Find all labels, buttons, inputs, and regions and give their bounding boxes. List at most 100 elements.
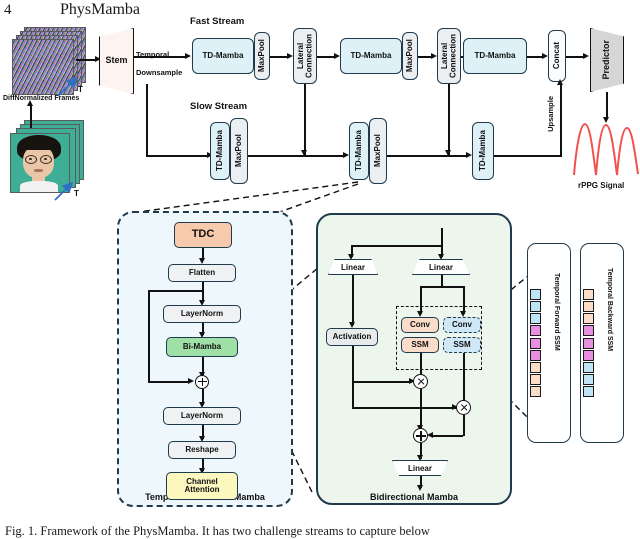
forward-token-4 [530,325,541,337]
flatten-label: Flatten [188,267,216,277]
bim-input-trunk [441,228,443,246]
arrowhead-residual-add [188,378,194,384]
backward-token-9 [583,386,594,398]
line-stem-down-slow [146,84,148,156]
fast-stream-label: Fast Stream [190,16,245,27]
tdc-node[interactable]: TDC [174,222,232,248]
backward-token-list [579,288,625,398]
line-lc2-down-slow [448,84,450,155]
backward-token-8 [583,374,594,386]
bim-split-line [351,245,443,247]
backward-token-7 [583,361,594,373]
multiply-operator-1 [413,374,428,389]
channel-attention-label-2: Attention [184,485,220,494]
slow-td-mamba-2-label: TD-Mamba [353,130,363,172]
temporal-downsample-label-2: Downsample [136,68,183,77]
fast-td-mamba-1[interactable]: TD-Mamba [192,38,254,74]
layernorm-node-1[interactable]: LayerNorm [163,305,241,323]
concat-block[interactable]: Concat [548,30,566,82]
diffnormalized-frames-label: DiffNormalized Frames [3,95,80,102]
arrowhead-mul2-plus [427,431,433,438]
linear-left-label: Linear [340,262,365,272]
line-fast-mp2-lc2 [418,56,432,58]
bi-mamba-node[interactable]: Bi-Mamba [166,337,238,357]
rppg-signal-label: rPPG Signal [578,181,625,190]
upsample-label: Upsample [546,96,555,132]
backward-token-4 [583,325,594,337]
lateral-connection-2[interactable]: Lateral Connection [437,28,461,84]
forward-token-6 [530,349,541,361]
residual-skip-vertical [148,290,150,382]
slow-maxpool-1-label: MaxPool [233,134,243,168]
line-predictor-to-signal [606,92,608,118]
forward-token-5 [530,337,541,349]
fast-maxpool-1[interactable]: MaxPool [254,32,270,80]
fast-maxpool-2-label: MaxPool [404,39,414,73]
fast-td-mamba-3[interactable]: TD-Mamba [463,38,527,74]
backward-token-2 [583,300,594,312]
linear-output-node[interactable]: Linear [392,460,448,476]
residual-skip-top [148,290,202,292]
page-number: 4 [4,2,12,18]
line-bwd-to-mul2 [463,353,465,404]
figure-page: 4 PhysMamba DiffNormalized Frames T T St… [0,0,640,538]
conv-backward-node[interactable]: Conv [443,317,481,333]
line-stem-to-fast [134,56,186,58]
linear-right-label: Linear [428,262,453,272]
arrowhead-predictor-to-signal [602,117,609,123]
backward-token-1 [583,288,594,300]
forward-token-list [526,288,572,398]
arrowhead-upsample-to-concat [556,79,563,85]
arrow-face-to-frames [30,104,32,128]
temporal-downsample-label-1: Temporal [136,50,170,59]
lateral-connection-1[interactable]: Lateral Connection [293,28,317,84]
ssm-forward-label: SSM [411,339,429,349]
layernorm-1-label: LayerNorm [180,308,224,318]
arrowhead-lc2-down-slow [444,150,451,156]
ssm-backward-label: SSM [453,339,471,349]
temporal-difference-mamba-panel [117,211,293,507]
figure-caption: Fig. 1. Framework of the PhysMamba. It h… [5,524,430,538]
linear-left-node[interactable]: Linear [328,259,378,275]
linear-right-node[interactable]: Linear [412,259,470,275]
line-linear-activation [352,275,354,325]
residual-add-operator [195,374,209,389]
line-slow-out-upsample [494,155,562,157]
slow-td-mamba-1-label: TD-Mamba [214,130,224,172]
line-lc1-down-slow [304,84,306,155]
flatten-node[interactable]: Flatten [168,264,236,282]
conv-forward-node[interactable]: Conv [401,317,439,333]
merge-bar [352,407,464,410]
slow-maxpool-1[interactable]: MaxPool [230,118,248,184]
slow-maxpool-2[interactable]: MaxPool [369,118,387,184]
layernorm-node-2[interactable]: LayerNorm [163,407,241,425]
reshape-node[interactable]: Reshape [168,441,236,459]
ssm-backward-node[interactable]: SSM [443,337,481,353]
backward-token-6 [583,349,594,361]
channel-attention-node[interactable]: Channel Attention [166,472,238,500]
fast-td-mamba-2[interactable]: TD-Mamba [340,38,402,74]
slow-td-mamba-1[interactable]: TD-Mamba [210,122,230,180]
activation-node[interactable]: Activation [326,328,378,346]
bi-mamba-label: Bi-Mamba [182,341,222,351]
slow-td-mamba-3[interactable]: TD-Mamba [472,122,494,180]
line-slow-mp1-tdm2 [248,155,344,157]
conv-backward-label: Conv [452,319,472,329]
line-fast-mp1-lc1 [270,56,288,58]
slow-td-mamba-2[interactable]: TD-Mamba [349,122,369,180]
stem-block[interactable]: Stem [99,28,134,94]
predictor-block[interactable]: Predictor [590,28,624,92]
t-label-top: T [78,85,83,94]
fast-maxpool-2[interactable]: MaxPool [402,32,418,80]
arrowhead-lc1-down-slow [300,150,307,156]
forward-token-8 [530,374,541,386]
fast-td-mamba-1-label: TD-Mamba [202,50,244,60]
arrowhead-concat-predictor [583,52,589,59]
line-mul1-merge [420,389,422,408]
concat-label: Concat [551,42,561,70]
lateral-connection-2-label-1: Lateral [439,42,449,70]
line-concat-predictor [566,56,584,58]
fast-td-mamba-2-label: TD-Mamba [350,50,392,60]
ssm-forward-node[interactable]: SSM [401,337,439,353]
lateral-connection-1-label-1: Lateral [295,42,305,70]
